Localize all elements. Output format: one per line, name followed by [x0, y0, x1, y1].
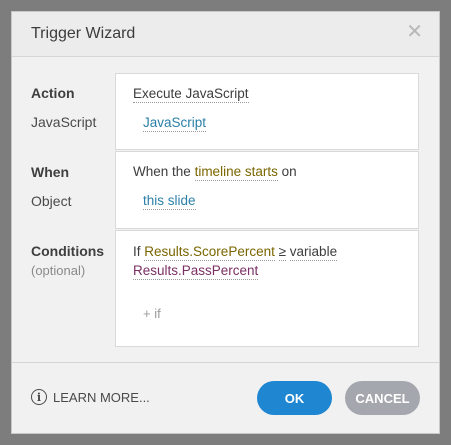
- when-label: When: [31, 164, 70, 180]
- condition-variable-1[interactable]: Results.ScorePercent: [144, 244, 275, 261]
- dialog-title: Trigger Wizard: [31, 25, 136, 42]
- trigger-wizard-dialog: Trigger Wizard ✕ Action JavaScript Execu…: [11, 11, 440, 434]
- info-icon: i: [31, 389, 47, 405]
- learn-more-link[interactable]: i LEARN MORE...: [31, 389, 150, 405]
- close-icon[interactable]: ✕: [406, 22, 423, 42]
- conditions-optional-label: (optional): [31, 263, 86, 278]
- condition-variable-2[interactable]: Results.PassPercent: [133, 263, 259, 280]
- dialog-titlebar: Trigger Wizard ✕: [12, 12, 439, 57]
- event-dropdown[interactable]: timeline starts: [194, 164, 278, 181]
- when-prefix: When the: [133, 164, 191, 179]
- action-label: Action: [31, 85, 75, 101]
- javascript-label: JavaScript: [31, 114, 97, 130]
- javascript-editor-link[interactable]: JavaScript: [143, 115, 207, 132]
- footer-divider: [12, 362, 439, 363]
- conditions-panel: If Results.ScorePercent ≥ variable Resul…: [115, 230, 419, 347]
- ok-button[interactable]: OK: [257, 381, 332, 415]
- condition-operator[interactable]: ≥: [278, 244, 287, 261]
- if-word: If: [133, 244, 141, 259]
- when-panel: When the timeline starts on this slide: [115, 151, 419, 229]
- object-dropdown[interactable]: this slide: [143, 193, 196, 210]
- action-dropdown[interactable]: Execute JavaScript: [133, 86, 249, 103]
- cancel-button[interactable]: CANCEL: [345, 381, 420, 415]
- action-panel: Execute JavaScript JavaScript: [115, 73, 419, 150]
- object-label: Object: [31, 193, 72, 209]
- add-if-button[interactable]: + if: [143, 306, 161, 321]
- condition-compare-type[interactable]: variable: [289, 244, 338, 261]
- condition-line-1: If Results.ScorePercent ≥ variable: [133, 244, 338, 261]
- when-suffix: on: [281, 164, 297, 179]
- when-sentence: When the timeline starts on: [133, 164, 297, 181]
- conditions-label: Conditions: [31, 243, 105, 259]
- learn-more-label: LEARN MORE...: [53, 389, 150, 405]
